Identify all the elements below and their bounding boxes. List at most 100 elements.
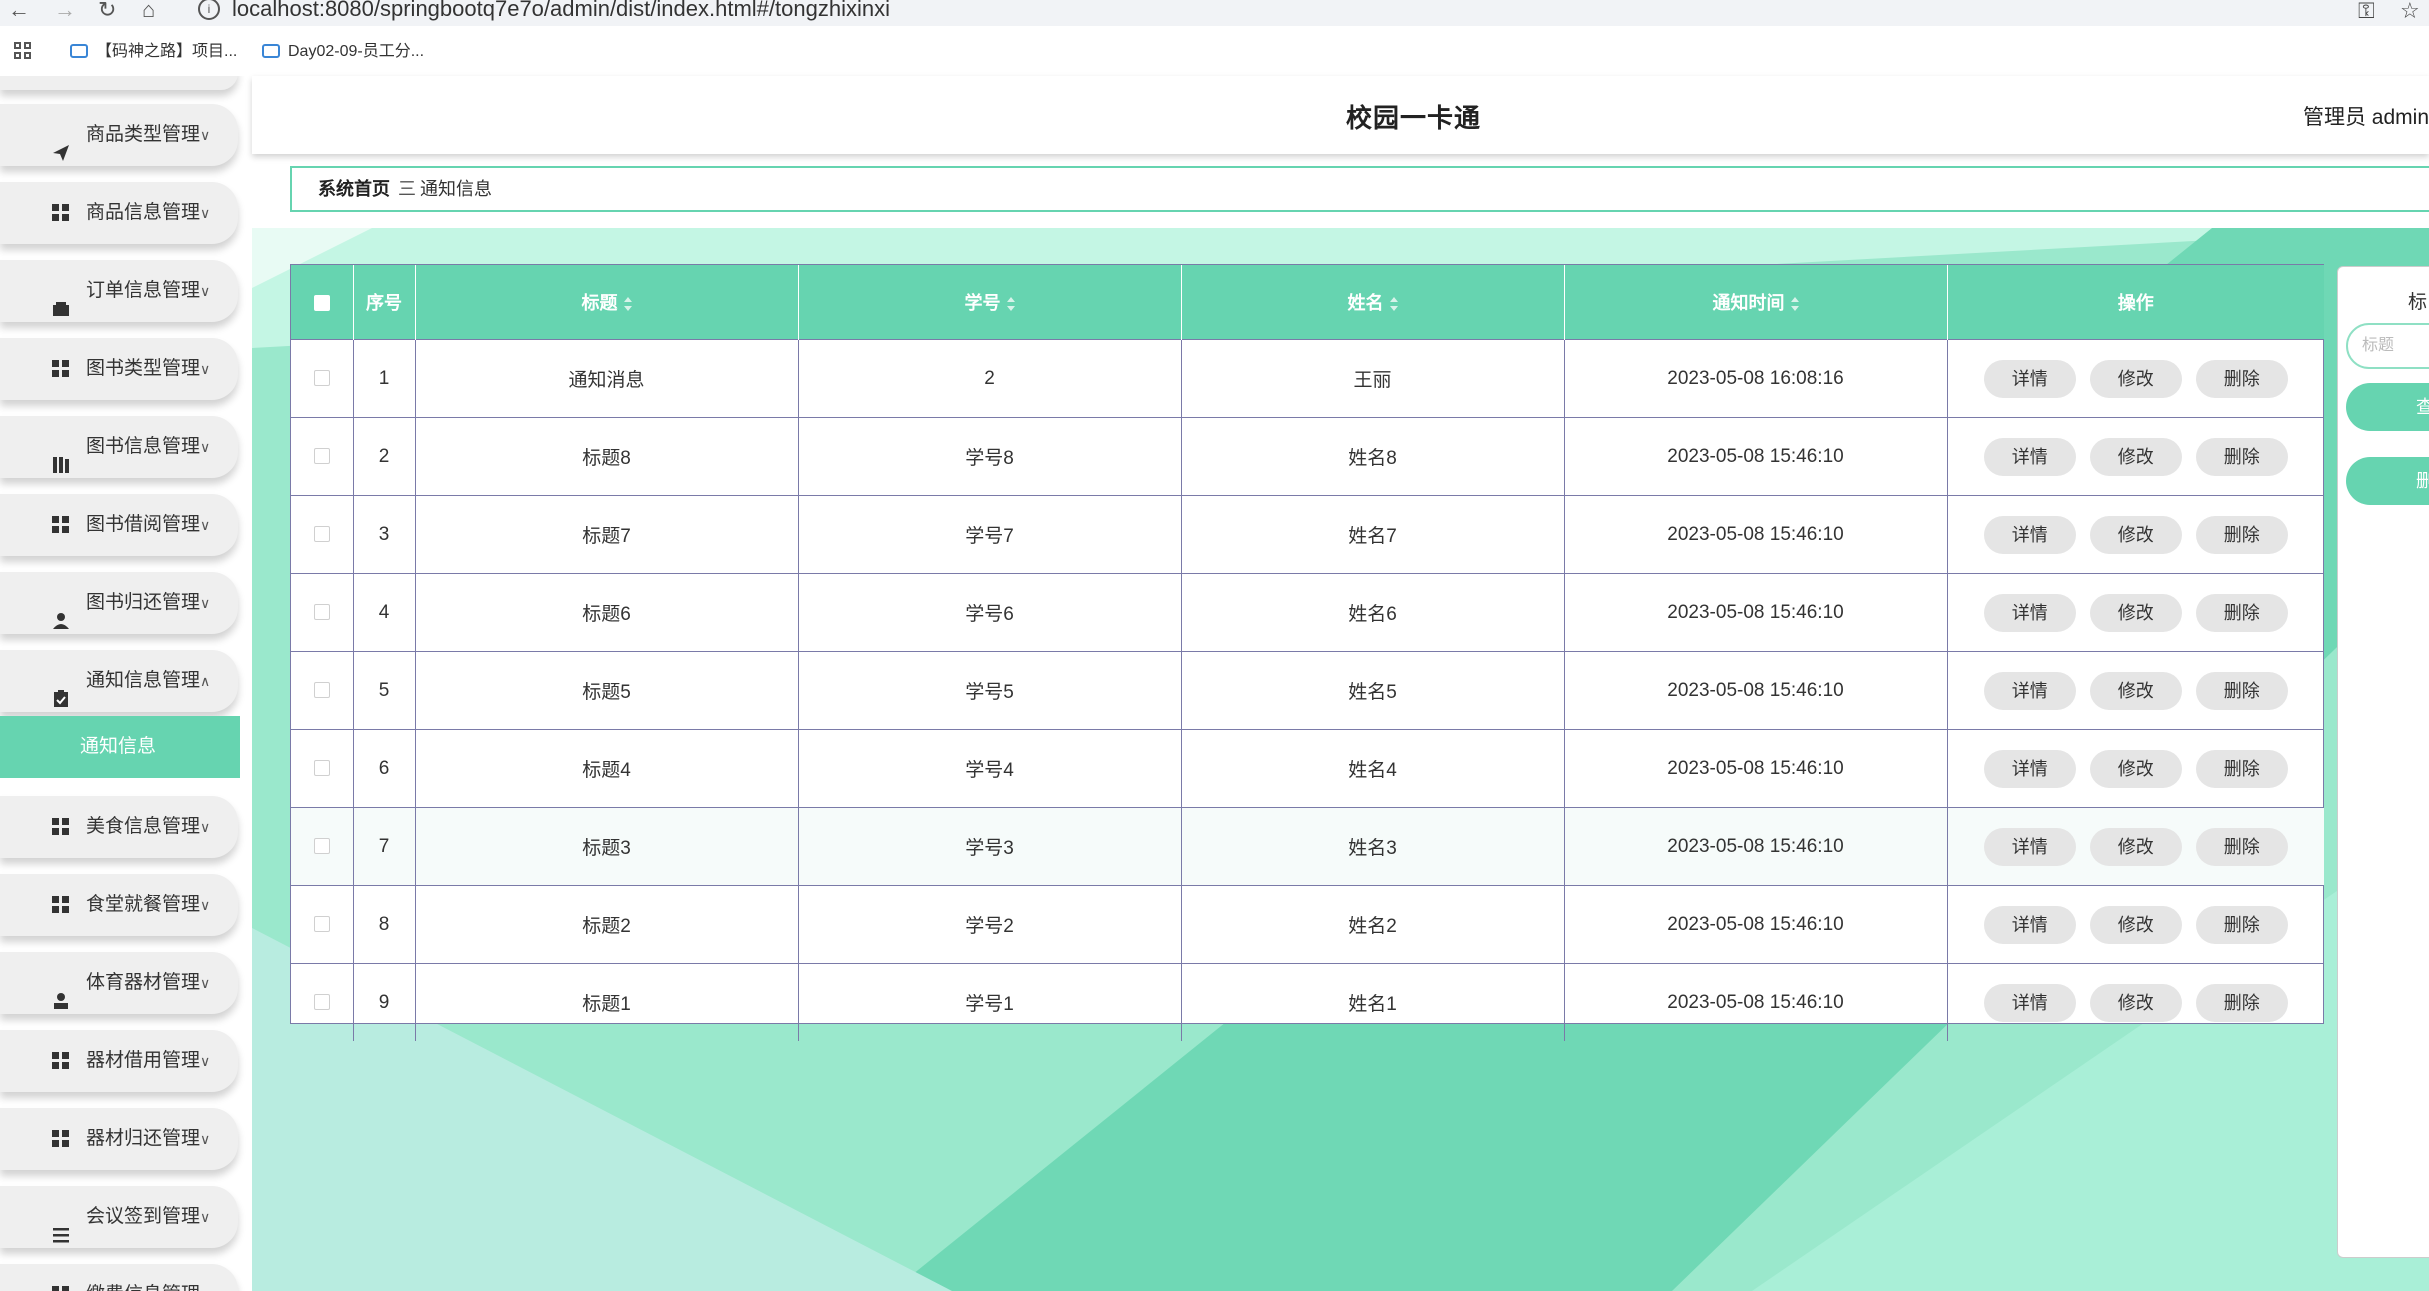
detail-button[interactable]: 详情	[1983, 749, 2076, 788]
sidebar-item-book-borrow[interactable]: 图书借阅管理 ∨	[0, 494, 238, 556]
sidebar-item-book-type[interactable]: 图书类型管理 ∨	[0, 338, 238, 400]
sidebar-item-payment[interactable]: 缴费信息管理 ∨	[0, 1264, 238, 1291]
cell-name: 姓名4	[1181, 729, 1565, 808]
row-checkbox[interactable]	[313, 370, 330, 387]
header-student-no[interactable]: 学号	[798, 265, 1182, 340]
select-all-header[interactable]	[291, 265, 354, 340]
edit-button[interactable]: 修改	[2089, 749, 2182, 788]
batch-delete-button[interactable]: 删	[2346, 457, 2429, 505]
sidebar-item-notice[interactable]: 通知信息管理 ∧	[0, 650, 238, 712]
row-select-cell[interactable]	[291, 495, 354, 574]
chevron-down-icon: ∨	[200, 819, 211, 835]
delete-button[interactable]: 删除	[2195, 905, 2288, 944]
sort-icon[interactable]	[623, 297, 632, 312]
query-button[interactable]: 查	[2346, 383, 2429, 431]
sidebar-item-goods-type[interactable]: 商品类型管理 ∨	[0, 104, 238, 166]
row-select-cell[interactable]	[291, 729, 354, 808]
grid-icon	[52, 818, 70, 836]
sidebar-item-book-return[interactable]: 图书归还管理 ∨	[0, 572, 238, 634]
row-checkbox[interactable]	[313, 760, 330, 777]
edit-button[interactable]: 修改	[2089, 983, 2182, 1022]
sort-icon[interactable]	[1389, 297, 1398, 312]
row-checkbox[interactable]	[313, 916, 330, 933]
edit-button[interactable]: 修改	[2089, 905, 2182, 944]
sidebar-item-sports[interactable]: 体育器材管理 ∨	[0, 952, 238, 1014]
row-select-cell[interactable]	[291, 417, 354, 496]
sort-icon[interactable]	[1006, 297, 1015, 312]
title-search-input[interactable]: 标题	[2346, 323, 2429, 369]
breadcrumb-home[interactable]: 系统首页	[318, 168, 390, 210]
edit-button[interactable]: 修改	[2089, 827, 2182, 866]
notice-table: 序号 标题 学号 姓名 通知时间 操作 1 通知消息 2 王丽 2023-05-…	[290, 264, 2324, 1041]
delete-button[interactable]: 删除	[2195, 515, 2288, 554]
row-select-cell[interactable]	[291, 963, 354, 1041]
row-select-cell[interactable]	[291, 807, 354, 886]
edit-button[interactable]: 修改	[2089, 437, 2182, 476]
delete-button[interactable]: 删除	[2195, 983, 2288, 1022]
header-name[interactable]: 姓名	[1181, 265, 1565, 340]
sidebar-item-equip-return[interactable]: 器材归还管理 ∨	[0, 1108, 238, 1170]
edit-button[interactable]: 修改	[2089, 671, 2182, 710]
detail-button[interactable]: 详情	[1983, 827, 2076, 866]
detail-button[interactable]: 详情	[1983, 437, 2076, 476]
edit-button[interactable]: 修改	[2089, 593, 2182, 632]
row-select-cell[interactable]	[291, 651, 354, 730]
sidebar-item-top[interactable]	[0, 76, 238, 90]
detail-button[interactable]: 详情	[1983, 515, 2076, 554]
header-title[interactable]: 标题	[415, 265, 799, 340]
grid-icon	[52, 204, 70, 222]
detail-button[interactable]: 详情	[1983, 359, 2076, 398]
bookmark-2[interactable]: Day02-09-员工分...	[262, 38, 424, 66]
select-all-checkbox[interactable]	[313, 294, 330, 311]
sidebar-item-order-info[interactable]: 订单信息管理 ∨	[0, 260, 238, 322]
row-checkbox[interactable]	[313, 994, 330, 1011]
row-checkbox[interactable]	[313, 604, 330, 621]
url-text[interactable]: localhost:8080/springbootq7e7o/admin/dis…	[232, 0, 890, 20]
site-info-icon[interactable]: i	[198, 0, 220, 20]
delete-button[interactable]: 删除	[2195, 359, 2288, 398]
sidebar-item-meeting[interactable]: 会议签到管理 ∨	[0, 1186, 238, 1248]
delete-button[interactable]: 删除	[2195, 749, 2288, 788]
sidebar-item-equip-borrow[interactable]: 器材借用管理 ∨	[0, 1030, 238, 1092]
bookmark-1[interactable]: 【码神之路】项目...	[70, 38, 237, 66]
detail-button[interactable]: 详情	[1983, 593, 2076, 632]
cell-name: 王丽	[1181, 339, 1565, 418]
cell-index: 4	[353, 573, 416, 652]
home-icon[interactable]: ⌂	[142, 0, 155, 21]
row-select-cell[interactable]	[291, 573, 354, 652]
star-icon[interactable]: ☆	[2400, 0, 2420, 24]
detail-button[interactable]: 详情	[1983, 671, 2076, 710]
delete-button[interactable]: 删除	[2195, 827, 2288, 866]
row-checkbox[interactable]	[313, 526, 330, 543]
cell-student-no: 学号4	[798, 729, 1182, 808]
detail-button[interactable]: 详情	[1983, 905, 2076, 944]
row-checkbox[interactable]	[313, 838, 330, 855]
cell-name: 姓名3	[1181, 807, 1565, 886]
sidebar-item-goods-info[interactable]: 商品信息管理 ∨	[0, 182, 238, 244]
sort-icon[interactable]	[1790, 297, 1799, 312]
sidebar-item-book-info[interactable]: 图书信息管理 ∨	[0, 416, 238, 478]
key-icon[interactable]: ⚿	[2358, 0, 2375, 24]
detail-button[interactable]: 详情	[1983, 983, 2076, 1022]
cell-title: 标题7	[415, 495, 799, 574]
delete-button[interactable]: 删除	[2195, 437, 2288, 476]
cell-name: 姓名8	[1181, 417, 1565, 496]
sidebar-item-canteen[interactable]: 食堂就餐管理 ∨	[0, 874, 238, 936]
row-select-cell[interactable]	[291, 339, 354, 418]
forward-icon[interactable]: →	[54, 0, 76, 21]
row-checkbox[interactable]	[313, 682, 330, 699]
header-time[interactable]: 通知时间	[1564, 265, 1948, 340]
row-checkbox[interactable]	[313, 448, 330, 465]
delete-button[interactable]: 删除	[2195, 671, 2288, 710]
current-user[interactable]: 管理员 admin	[2303, 101, 2429, 131]
row-select-cell[interactable]	[291, 885, 354, 964]
address-bar[interactable]: ← → ↻ ⌂ i localhost:8080/springbootq7e7o…	[0, 0, 2429, 26]
edit-button[interactable]: 修改	[2089, 515, 2182, 554]
reload-icon[interactable]: ↻	[98, 0, 116, 21]
apps-icon[interactable]	[14, 42, 32, 60]
sidebar-subitem-notice-info[interactable]: 通知信息	[0, 716, 240, 778]
back-icon[interactable]: ←	[8, 0, 30, 21]
delete-button[interactable]: 删除	[2195, 593, 2288, 632]
edit-button[interactable]: 修改	[2089, 359, 2182, 398]
sidebar-item-food[interactable]: 美食信息管理 ∨	[0, 796, 238, 858]
